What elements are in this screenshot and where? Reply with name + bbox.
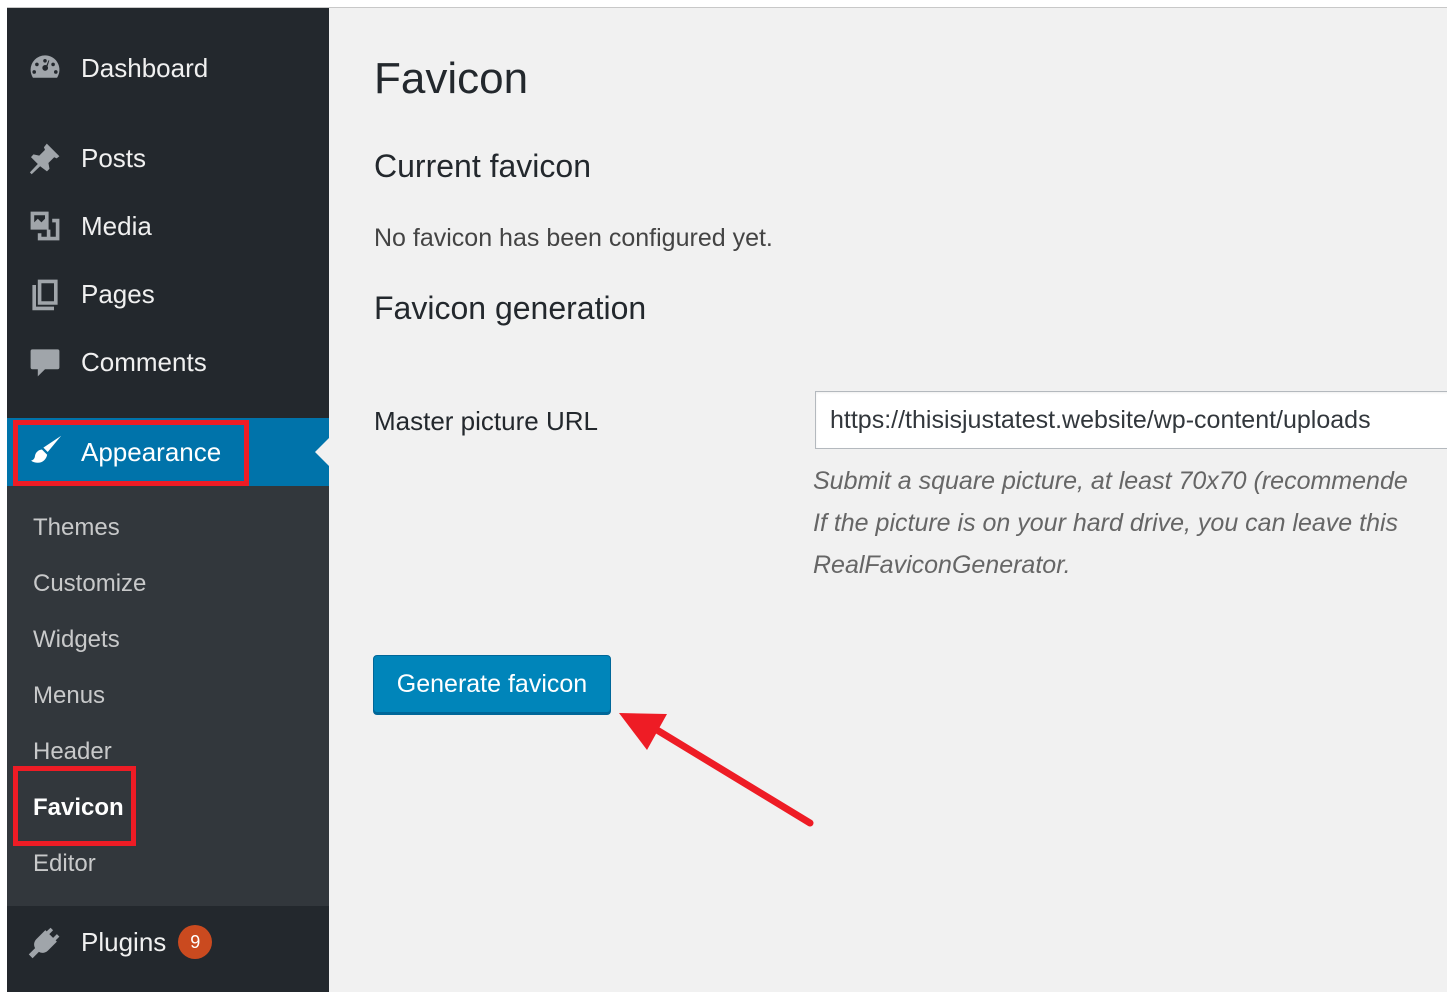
- admin-window: Dashboard Posts Media Pages Comments App…: [7, 7, 1447, 992]
- submenu-item-themes[interactable]: Themes: [33, 508, 120, 548]
- submenu-item-menus[interactable]: Menus: [33, 676, 105, 716]
- no-favicon-notice: No favicon has been configured yet.: [374, 224, 773, 252]
- sidebar-item-label: Pages: [81, 278, 155, 309]
- pages-icon: [25, 274, 65, 314]
- sidebar-item-dashboard[interactable]: Dashboard: [7, 38, 329, 98]
- master-picture-url-label: Master picture URL: [374, 406, 598, 436]
- media-icon: [25, 206, 65, 246]
- main-content: Favicon Current favicon No favicon has b…: [329, 8, 1447, 992]
- sidebar-item-comments[interactable]: Comments: [7, 332, 329, 392]
- description-line: If the picture is on your hard drive, yo…: [813, 509, 1399, 537]
- description-line: Submit a square picture, at least 70x70 …: [813, 467, 1408, 495]
- submenu-item-widgets[interactable]: Widgets: [33, 620, 120, 660]
- current-page-indicator: [315, 438, 329, 466]
- page-title: Favicon: [374, 54, 529, 103]
- plug-icon: [25, 922, 65, 962]
- submenu-item-editor[interactable]: Editor: [33, 844, 96, 884]
- sidebar-item-label: Media: [81, 210, 152, 241]
- sidebar-item-label: Plugins: [81, 926, 167, 957]
- sidebar-item-plugins[interactable]: Plugins 9: [7, 912, 329, 972]
- master-picture-url-input[interactable]: [815, 391, 1447, 449]
- comment-icon: [25, 342, 65, 382]
- dashboard-icon: [25, 48, 65, 88]
- submenu-item-customize[interactable]: Customize: [33, 564, 146, 604]
- favicon-generation-heading: Favicon generation: [374, 290, 647, 326]
- admin-sidebar: Dashboard Posts Media Pages Comments App…: [7, 8, 329, 992]
- sidebar-item-media[interactable]: Media: [7, 196, 329, 256]
- sidebar-item-label: Dashboard: [81, 52, 209, 83]
- favicon-highlight-box: [13, 766, 136, 846]
- sidebar-item-posts[interactable]: Posts: [7, 128, 329, 188]
- pin-icon: [25, 138, 65, 178]
- sidebar-item-label: Comments: [81, 346, 207, 377]
- update-count-badge: 9: [178, 925, 213, 959]
- description-line: RealFaviconGenerator.: [813, 551, 1071, 579]
- sidebar-item-pages[interactable]: Pages: [7, 264, 329, 324]
- generate-favicon-button[interactable]: Generate favicon: [373, 655, 611, 713]
- field-description: Submit a square picture, at least 70x70 …: [813, 460, 1408, 586]
- sidebar-item-label: Posts: [81, 142, 147, 173]
- current-favicon-heading: Current favicon: [374, 148, 591, 184]
- appearance-highlight-box: [13, 420, 249, 486]
